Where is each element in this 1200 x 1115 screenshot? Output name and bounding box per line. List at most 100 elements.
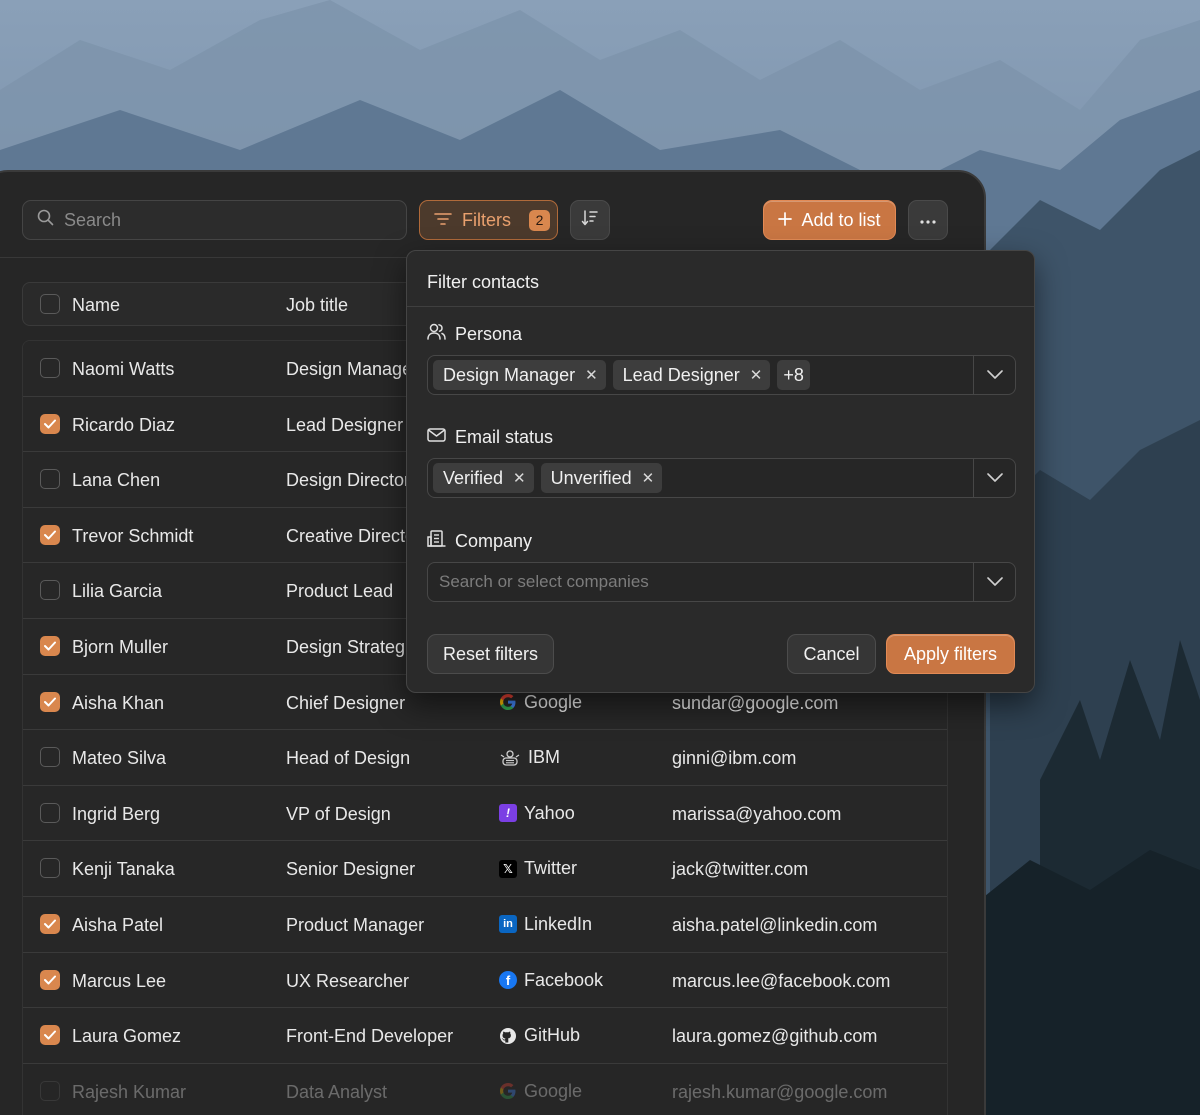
- contact-email: ginni@ibm.com: [672, 748, 797, 769]
- column-header-name[interactable]: Name: [72, 295, 120, 316]
- linkedin-icon: in: [499, 915, 517, 934]
- email-status-dropdown-toggle[interactable]: [973, 459, 1015, 497]
- table-row[interactable]: Laura Gomez Front-End Developer GitHub l…: [23, 1008, 947, 1064]
- remove-chip-icon[interactable]: ✕: [513, 469, 526, 487]
- table-row[interactable]: Ingrid Berg VP of Design ! Yahoo marissa@…: [23, 785, 947, 842]
- table-row[interactable]: Rajesh Kumar Data Analyst Google rajesh.…: [23, 1063, 947, 1115]
- table-row[interactable]: Aisha Patel Product Manager in LinkedIn a…: [23, 896, 947, 953]
- row-checkbox[interactable]: [40, 1025, 60, 1046]
- building-icon: [427, 530, 446, 552]
- chevron-down-icon: [986, 573, 1003, 591]
- contact-email: rajesh.kumar@google.com: [672, 1081, 888, 1102]
- mail-check-icon: [427, 427, 446, 448]
- row-checkbox[interactable]: [40, 913, 60, 934]
- facebook-icon: f: [499, 971, 517, 990]
- email-status-chip[interactable]: Unverified ✕: [540, 463, 663, 493]
- sort-descending-icon: [581, 209, 599, 232]
- column-header-job-title[interactable]: Job title: [286, 295, 348, 316]
- contact-name: Kenji Tanaka: [72, 859, 175, 880]
- contact-job-title: Product Manager: [286, 914, 425, 935]
- chevron-down-icon: [986, 366, 1003, 384]
- remove-chip-icon[interactable]: ✕: [585, 366, 598, 384]
- select-all-checkbox[interactable]: [40, 294, 60, 314]
- company-search-input[interactable]: [433, 572, 953, 592]
- row-checkbox[interactable]: [40, 747, 60, 768]
- contact-name: Ingrid Berg: [72, 803, 161, 824]
- company-dropdown-toggle[interactable]: [973, 563, 1015, 601]
- filters-button[interactable]: Filters 2: [419, 200, 558, 240]
- table-row[interactable]: Marcus Lee UX Researcher f Facebook marcu…: [23, 952, 947, 1009]
- row-checkbox[interactable]: [40, 802, 60, 823]
- add-to-list-label: Add to list: [801, 209, 881, 230]
- row-checkbox[interactable]: [40, 635, 60, 656]
- contact-email: aisha.patel@linkedin.com: [672, 914, 878, 935]
- row-checkbox[interactable]: [40, 524, 60, 545]
- persona-chip[interactable]: Lead Designer ✕: [612, 360, 771, 390]
- persona-select[interactable]: Design Manager ✕ Lead Designer ✕ +8: [427, 355, 1016, 395]
- contact-job-title: Head of Design: [286, 748, 411, 769]
- persona-more-chip[interactable]: +8: [777, 360, 810, 390]
- row-checkbox[interactable]: [40, 1080, 60, 1101]
- remove-chip-icon[interactable]: ✕: [642, 469, 655, 487]
- row-checkbox[interactable]: [40, 413, 60, 434]
- check-icon: [44, 1030, 56, 1040]
- row-checkbox[interactable]: [40, 358, 60, 378]
- row-checkbox[interactable]: [40, 580, 60, 601]
- email-status-chip[interactable]: Verified ✕: [433, 463, 534, 493]
- add-to-list-button[interactable]: Add to list: [763, 200, 896, 240]
- check-icon: [44, 975, 56, 985]
- contact-company: 𝕏 Twitter: [499, 858, 577, 879]
- contact-name: Marcus Lee: [72, 970, 167, 991]
- sort-button[interactable]: [570, 200, 610, 240]
- contact-name: Naomi Watts: [72, 359, 175, 379]
- contact-company: GitHub: [499, 1025, 580, 1046]
- contact-company: IBM: [499, 747, 560, 768]
- contact-name: Laura Gomez: [72, 1026, 182, 1047]
- persona-dropdown-toggle[interactable]: [973, 356, 1015, 394]
- apply-filters-button[interactable]: Apply filters: [886, 634, 1015, 674]
- remove-chip-icon[interactable]: ✕: [750, 366, 763, 384]
- persona-section-label: Persona: [427, 323, 522, 345]
- google-icon: [499, 693, 517, 711]
- search-box[interactable]: [22, 200, 407, 240]
- contact-job-title: Creative Director: [286, 525, 422, 546]
- row-checkbox[interactable]: [40, 691, 60, 712]
- contact-name: Rajesh Kumar: [72, 1081, 187, 1102]
- contact-job-title: Senior Designer: [286, 859, 416, 880]
- contact-name: Lana Chen: [72, 470, 161, 491]
- chevron-down-icon: [986, 469, 1003, 487]
- table-row[interactable]: Mateo Silva Head of Design IBM ginni@ibm…: [23, 730, 947, 786]
- row-checkbox[interactable]: [40, 469, 60, 490]
- contact-email: laura.gomez@github.com: [672, 1026, 878, 1047]
- table-row[interactable]: Kenji Tanaka Senior Designer 𝕏 Twitter ja…: [23, 841, 947, 897]
- contact-job-title: Chief Designer: [286, 692, 406, 713]
- search-input[interactable]: [64, 209, 384, 231]
- contact-name: Bjorn Muller: [72, 636, 169, 657]
- filter-contacts-popover: Filter contacts Persona Design Manager ✕…: [406, 250, 1035, 693]
- filter-lines-icon: [434, 210, 452, 231]
- contact-name: Mateo Silva: [72, 748, 167, 769]
- company-select[interactable]: [427, 562, 1016, 602]
- filters-count-badge: 2: [529, 209, 550, 231]
- more-options-button[interactable]: [908, 200, 948, 240]
- row-checkbox[interactable]: [40, 969, 60, 990]
- contact-job-title: Design Director: [286, 470, 411, 491]
- persona-chip[interactable]: Design Manager ✕: [433, 360, 606, 390]
- yahoo-icon: !: [499, 804, 517, 823]
- company-section-label: Company: [427, 530, 532, 552]
- cancel-button[interactable]: Cancel: [787, 634, 876, 674]
- row-checkbox[interactable]: [40, 858, 60, 879]
- contact-company: Google: [499, 692, 582, 713]
- email-status-select[interactable]: Verified ✕ Unverified ✕: [427, 458, 1016, 498]
- filters-label: Filters: [462, 209, 511, 230]
- check-icon: [44, 419, 56, 429]
- contact-job-title: VP of Design: [286, 803, 391, 824]
- contact-job-title: Design Manager: [286, 359, 419, 379]
- reset-filters-button[interactable]: Reset filters: [427, 634, 554, 674]
- contact-name: Trevor Schmidt: [72, 525, 194, 546]
- contact-email: sundar@google.com: [672, 692, 839, 713]
- popover-title: Filter contacts: [407, 251, 1034, 307]
- ibm-icon: [499, 749, 521, 767]
- contact-name: Aisha Patel: [72, 914, 164, 935]
- contact-email: jack@twitter.com: [672, 859, 809, 880]
